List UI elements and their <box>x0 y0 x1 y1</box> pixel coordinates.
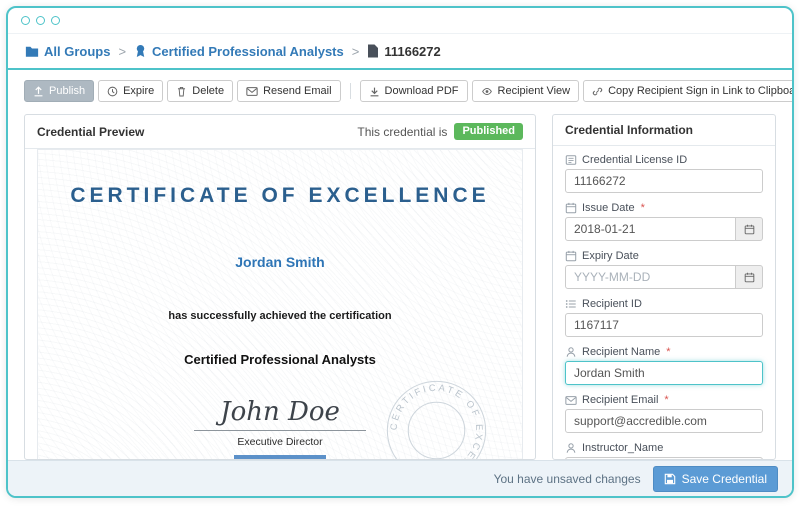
upload-icon <box>33 86 44 97</box>
expiry-date-field: Expiry Date <box>565 250 763 289</box>
credential-license-id-input[interactable] <box>565 169 763 193</box>
credential-information-panel: Credential Information Credential Licens… <box>552 114 776 460</box>
certificate-course-name: Certified Professional Analysts <box>38 352 522 367</box>
breadcrumb-label: 11166272 <box>384 44 440 59</box>
calendar-icon <box>744 272 755 283</box>
recipient-id-input[interactable] <box>565 313 763 337</box>
recipient-email-input[interactable] <box>565 409 763 433</box>
field-label: Recipient Name* <box>565 346 763 358</box>
certificate-recipient-name: Jordan Smith <box>38 254 522 270</box>
certificate-title: CERTIFICATE OF EXCELLENCE <box>38 150 522 208</box>
eye-icon <box>481 86 493 97</box>
instructor-name-input[interactable] <box>565 457 763 459</box>
certificate-seal-icon: CERTIFICATE OF EXCELLENCE • <box>379 373 494 459</box>
certificate-subtitle: has successfully achieved the certificat… <box>38 310 522 322</box>
list-icon <box>565 298 577 310</box>
field-label: Issue Date* <box>565 202 763 214</box>
main-content: Credential Preview This credential is Pu… <box>8 110 792 460</box>
instructor-name-field: Instructor_Name <box>565 442 763 459</box>
certificate-preview: CERTIFICATE OF EXCELLENCE Jordan Smith h… <box>37 149 523 459</box>
recipient-view-button[interactable]: Recipient View <box>472 80 580 102</box>
folder-icon <box>25 45 39 58</box>
preview-panel-header: Credential Preview This credential is Pu… <box>25 115 535 149</box>
envelope-icon <box>565 395 577 406</box>
window-dot-icon <box>21 16 30 25</box>
breadcrumb-label: Certified Professional Analysts <box>152 44 344 59</box>
expiry-date-input[interactable] <box>565 265 736 289</box>
toolbar: Publish Expire Delete Resend Email Downl… <box>8 70 792 110</box>
field-label: Instructor_Name <box>565 442 763 454</box>
field-label: Recipient ID <box>565 298 763 310</box>
calendar-icon <box>744 224 755 235</box>
delete-button[interactable]: Delete <box>167 80 233 102</box>
breadcrumb-separator: > <box>118 44 126 59</box>
file-icon <box>367 44 379 58</box>
breadcrumb: All Groups > Certified Professional Anal… <box>8 34 792 68</box>
status-badge: Published <box>454 123 523 140</box>
recipient-email-field: Recipient Email* <box>565 394 763 433</box>
seal-text: CERTIFICATE OF EXCELLENCE • <box>388 382 486 459</box>
save-credential-button[interactable]: Save Credential <box>653 466 778 492</box>
license-icon <box>565 154 577 166</box>
expiry-date-picker-button[interactable] <box>736 265 763 289</box>
field-label: Expiry Date <box>565 250 763 262</box>
app-window: All Groups > Certified Professional Anal… <box>6 6 794 498</box>
save-icon <box>664 473 676 485</box>
credential-license-id-field: Credential License ID <box>565 154 763 193</box>
status-text: This credential is <box>357 125 447 139</box>
expire-button[interactable]: Expire <box>98 80 163 102</box>
breadcrumb-all-groups[interactable]: All Groups <box>25 44 110 59</box>
credential-status: This credential is Published <box>357 123 523 140</box>
breadcrumb-credential-id: 11166272 <box>367 44 440 59</box>
link-icon <box>592 86 603 97</box>
publish-button[interactable]: Publish <box>24 80 94 102</box>
unsaved-changes-text: You have unsaved changes <box>494 472 641 486</box>
envelope-icon <box>246 86 258 97</box>
breadcrumb-separator: > <box>352 44 360 59</box>
window-titlebar <box>8 8 792 34</box>
issue-date-picker-button[interactable] <box>736 217 763 241</box>
clipped-link-text <box>234 455 326 459</box>
svg-text:CERTIFICATE OF EXCELLENCE •: CERTIFICATE OF EXCELLENCE • <box>388 382 486 459</box>
issue-date-input[interactable] <box>565 217 736 241</box>
info-panel-header: Credential Information <box>553 115 775 146</box>
preview-panel-title: Credential Preview <box>37 125 144 139</box>
breadcrumb-label: All Groups <box>44 44 110 59</box>
footer-bar: You have unsaved changes Save Credential <box>8 460 792 496</box>
calendar-icon <box>565 202 577 214</box>
window-dot-icon <box>51 16 60 25</box>
field-label: Credential License ID <box>565 154 763 166</box>
info-panel-title: Credential Information <box>565 123 693 137</box>
download-icon <box>369 86 380 97</box>
issue-date-field: Issue Date* <box>565 202 763 241</box>
user-icon <box>565 346 577 358</box>
download-pdf-button[interactable]: Download PDF <box>360 80 468 102</box>
resend-email-button[interactable]: Resend Email <box>237 80 340 102</box>
field-label: Recipient Email* <box>565 394 763 406</box>
breadcrumb-group[interactable]: Certified Professional Analysts <box>134 44 344 59</box>
divider <box>350 83 351 99</box>
trash-icon <box>176 86 187 97</box>
credential-preview-panel: Credential Preview This credential is Pu… <box>24 114 536 460</box>
user-icon <box>565 442 577 454</box>
preview-panel-body: CERTIFICATE OF EXCELLENCE Jordan Smith h… <box>25 149 535 459</box>
info-panel-body: Credential License ID Issue Date* <box>553 146 775 459</box>
copy-signin-link-button[interactable]: Copy Recipient Sign in Link to Clipboard <box>583 80 794 102</box>
clock-icon <box>107 86 118 97</box>
group-icon <box>134 44 147 58</box>
recipient-id-field: Recipient ID <box>565 298 763 337</box>
recipient-name-input[interactable] <box>565 361 763 385</box>
recipient-name-field: Recipient Name* <box>565 346 763 385</box>
signature-text: John Doe <box>194 397 366 431</box>
calendar-icon <box>565 250 577 262</box>
window-dot-icon <box>36 16 45 25</box>
